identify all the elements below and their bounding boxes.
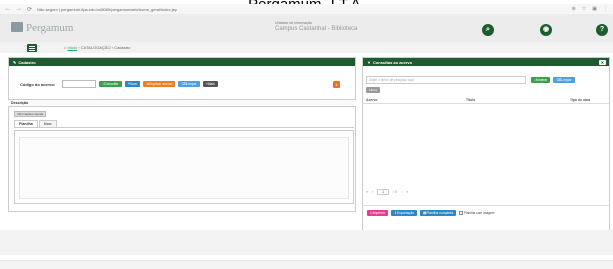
next-page-icon[interactable]: › bbox=[401, 190, 402, 194]
tab-marc[interactable]: Marc bbox=[38, 120, 57, 127]
planilha-editor bbox=[14, 130, 354, 204]
page-input[interactable]: 1 bbox=[377, 189, 390, 195]
col-tipo-obra[interactable]: Tipo de obra bbox=[570, 98, 590, 102]
menu-dots-icon[interactable]: ⋮ bbox=[603, 6, 608, 12]
breadcrumb-home[interactable]: Início bbox=[68, 45, 78, 50]
browser-tools: ⊕ ☆ ▣ ⋮ bbox=[572, 6, 608, 12]
consulta-search-input[interactable]: Digite o termo de pesquisa aqui bbox=[366, 76, 526, 84]
col-acervo[interactable]: Acervo bbox=[366, 98, 378, 102]
user-icon[interactable]: ◉ bbox=[540, 24, 552, 36]
zoom-icon[interactable]: ⊕ bbox=[572, 6, 576, 12]
forward-icon[interactable]: → bbox=[16, 6, 22, 12]
help-icon[interactable]: ? bbox=[596, 24, 608, 36]
mais-button[interactable]: + Mais bbox=[202, 81, 218, 87]
filter-tag[interactable]: Filtros bbox=[366, 87, 381, 93]
unit-info: Unidade de informação Campus Castanhal -… bbox=[275, 21, 357, 32]
consulta-title: Consultas ao acervo bbox=[372, 59, 413, 65]
last-page-icon[interactable]: » bbox=[406, 190, 408, 194]
consulta-panel-header: ▼ Consultas ao acervo ✕ bbox=[363, 58, 609, 66]
breadcrumb-page: Cadastro bbox=[114, 45, 131, 50]
code-label: Código do acervo: bbox=[20, 81, 56, 87]
subtabs: Planilha Marc bbox=[14, 120, 354, 128]
consulta-panel: ▼ Consultas ao acervo ✕ bbox=[362, 57, 610, 253]
consulta-limpar-button[interactable]: ⌫ Limpar bbox=[553, 77, 575, 83]
home-icon: ⌂ bbox=[64, 45, 67, 50]
planilha-content-area[interactable] bbox=[19, 137, 349, 199]
notification-badge[interactable]: 1 bbox=[333, 81, 340, 88]
address-bar[interactable]: Não seguro | pergamum.ifpa.edu.br/8080/p… bbox=[37, 7, 177, 12]
browser-bar: ← → ⟳ Não seguro | pergamum.ifpa.edu.br/… bbox=[0, 4, 613, 14]
breadcrumb: ⌂ Início › CATALOGAÇÃO › Cadastro bbox=[64, 45, 131, 50]
page-bottom-area bbox=[0, 230, 613, 255]
pergamum-logo[interactable]: Pergamum bbox=[11, 22, 73, 34]
breadcrumb-section[interactable]: CATALOGAÇÃO bbox=[81, 45, 111, 50]
hamburger-menu-icon[interactable] bbox=[27, 44, 37, 52]
duplicar-button[interactable]: ⧉ Duplicar acervo bbox=[143, 81, 176, 87]
back-icon[interactable]: ← bbox=[5, 6, 11, 12]
checkbox-box[interactable] bbox=[458, 210, 463, 215]
planilha-imagem-checkbox[interactable]: Planilha com imagem bbox=[458, 210, 495, 215]
checkbox-label: Planilha com imagem bbox=[463, 210, 495, 215]
limpar-button[interactable]: ⌫ Limpar bbox=[178, 81, 200, 87]
exportacao-button[interactable]: ⇪ Exportação bbox=[390, 209, 417, 216]
consulta-actions: ⎙ Imprimir ⇪ Exportação ▦ Planilha compl… bbox=[362, 205, 610, 219]
edit-icon: ✎ bbox=[13, 59, 17, 65]
search-icon[interactable]: ⌕ bbox=[482, 24, 494, 36]
close-icon[interactable]: ✕ bbox=[598, 59, 606, 65]
planilha-completa-button[interactable]: ▦ Planilha completa bbox=[419, 209, 456, 216]
consulta-search-buttons: ⌕ Mostrar ⌫ Limpar bbox=[531, 77, 575, 83]
extensions-icon[interactable]: ▣ bbox=[592, 6, 597, 12]
page-footer bbox=[0, 260, 613, 269]
description-tab[interactable]: Descrição bbox=[8, 99, 356, 107]
cadastro-form-row: Código do acervo: ⌕ Consultar + Novo ⧉ D… bbox=[20, 80, 218, 88]
page-total: / 0 bbox=[393, 190, 398, 194]
cadastro-panel-header: ✎ Cadastro bbox=[9, 58, 355, 66]
pagination: « ‹ 1 / 0 › » bbox=[366, 189, 408, 195]
unit-label: Unidade de informação bbox=[275, 21, 313, 25]
tab-planilha[interactable]: Planilha bbox=[14, 120, 38, 127]
filter-icon: ▼ bbox=[367, 59, 371, 65]
cadastro-title: Cadastro bbox=[18, 59, 36, 65]
first-page-icon[interactable]: « bbox=[366, 190, 368, 194]
novo-button[interactable]: + Novo bbox=[124, 81, 141, 87]
reload-icon[interactable]: ⟳ bbox=[27, 6, 32, 13]
mostrar-button[interactable]: ⌕ Mostrar bbox=[531, 77, 551, 83]
breadcrumb-bar: ⌂ Início › CATALOGAÇÃO › Cadastro bbox=[0, 42, 613, 53]
info-general-tag[interactable]: Informações Gerais bbox=[14, 111, 47, 117]
code-input[interactable] bbox=[62, 80, 97, 88]
consultar-button[interactable]: ⌕ Consultar bbox=[99, 81, 122, 87]
unit-name: Campus Castanhal - Biblioteca bbox=[275, 26, 358, 32]
results-table-header: Acervo Título Tipo de obra bbox=[362, 96, 610, 104]
app-header: Pergamum Unidade de informação Campus Ca… bbox=[0, 14, 613, 42]
prev-page-icon[interactable]: ‹ bbox=[372, 190, 373, 194]
imprimir-button[interactable]: ⎙ Imprimir bbox=[367, 209, 388, 216]
col-titulo[interactable]: Título bbox=[466, 98, 475, 102]
logo-mark-icon bbox=[11, 22, 23, 32]
star-icon[interactable]: ☆ bbox=[582, 6, 586, 12]
